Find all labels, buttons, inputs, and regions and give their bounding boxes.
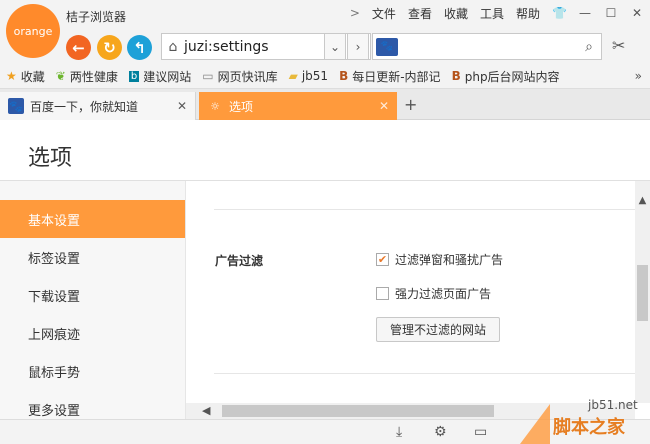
bookmarks-bar: ★ 收藏 ❦ 两性健康 b 建议网站 ▭ 网页快讯库 ▰ jb51 B 每日更新-内部记 B…	[0, 64, 650, 89]
tab-close-icon[interactable]: ✕	[177, 99, 187, 113]
bookmark-php[interactable]: Bphp后台网站内容	[452, 68, 560, 85]
address-dropdown-button[interactable]: ⌄	[324, 33, 346, 60]
new-tab-button[interactable]: +	[404, 95, 417, 114]
scissors-icon[interactable]: ✂	[612, 36, 625, 55]
download-icon[interactable]: ⤓	[396, 424, 402, 440]
tab-baidu[interactable]: 🐾 百度一下，你就知道 ✕	[0, 92, 196, 120]
bookmark-health[interactable]: ❦ 两性健康	[56, 68, 118, 85]
option-label: 强力过滤页面广告	[395, 287, 492, 301]
vertical-scrollbar[interactable]: ▲	[635, 181, 650, 403]
sidebar-item-mouse-gestures[interactable]: 鼠标手势	[0, 352, 185, 390]
app-title: 桔子浏览器	[66, 10, 127, 24]
arrow-left-icon: ←	[72, 38, 85, 57]
search-icon[interactable]: ⌕	[577, 39, 601, 55]
bing-icon: b	[128, 70, 140, 82]
menu-item-view[interactable]: 查看	[408, 5, 432, 22]
menu-item-tools[interactable]: 工具	[480, 5, 504, 22]
bookmarks-more-icon[interactable]: »	[635, 69, 642, 83]
search-engine-icon[interactable]: 🐾	[376, 37, 398, 56]
home-button[interactable]: ↰	[127, 35, 152, 60]
home-icon[interactable]: ⌂	[162, 39, 184, 55]
bookmark-jb51[interactable]: ▰ jb51	[289, 69, 328, 83]
gear-icon[interactable]: ⚙	[434, 424, 447, 440]
scroll-left-icon[interactable]: ◀	[202, 403, 210, 419]
sidebar-item-basic[interactable]: 基本设置	[0, 200, 185, 238]
close-icon[interactable]: ✕	[630, 6, 644, 20]
divider	[214, 373, 635, 374]
sidebar-item-tabs[interactable]: 标签设置	[0, 238, 185, 276]
app-logo[interactable]: orange	[6, 4, 60, 58]
gear-icon: ☼	[210, 99, 220, 113]
menu-item-help[interactable]: 帮助	[516, 5, 540, 22]
chevron-down-icon: ⌄	[329, 39, 341, 54]
chevron-right-icon: ›	[355, 39, 361, 54]
scroll-thumb[interactable]	[637, 265, 648, 321]
tab-strip: 🐾 百度一下，你就知道 ✕ ☼ 选项 ✕	[0, 89, 650, 120]
strong-filter-option[interactable]: 强力过滤页面广告	[376, 285, 491, 302]
tab-close-icon[interactable]: ✕	[379, 99, 389, 113]
filter-popups-option[interactable]: ✔ 过滤弹窗和骚扰广告	[376, 251, 503, 268]
watermark-url: jb51.net	[588, 398, 638, 412]
bookmark-suggested[interactable]: b 建议网站	[128, 68, 191, 85]
tab-label: 选项	[229, 99, 254, 114]
watermark-shape	[520, 404, 550, 444]
manage-whitelist-button[interactable]: 管理不过滤的网站	[376, 317, 500, 342]
tab-options[interactable]: ☼ 选项 ✕	[199, 92, 397, 120]
menu-bar: > 文件 查看 收藏 工具 帮助 👕 — ☐ ✕	[338, 3, 644, 23]
bookmark-favorites[interactable]: ★ 收藏	[6, 68, 45, 85]
scroll-thumb[interactable]	[222, 405, 494, 417]
maximize-icon[interactable]: ☐	[604, 6, 618, 20]
window-icon[interactable]: ▭	[474, 424, 487, 440]
menu-item-favorites[interactable]: 收藏	[444, 5, 468, 22]
menu-item-file[interactable]: 文件	[372, 5, 396, 22]
browser-toolbar: orange 桔子浏览器 > 文件 查看 收藏 工具 帮助 👕 — ☐ ✕ ← …	[0, 0, 650, 64]
b-icon: B	[339, 69, 349, 83]
minimize-icon[interactable]: —	[578, 6, 592, 20]
settings-content: 广告过滤 ✔ 过滤弹窗和骚扰广告 强力过滤页面广告 管理不过滤的网站	[186, 181, 635, 403]
star-icon: ★	[6, 69, 17, 83]
refresh-icon: ↻	[103, 38, 116, 57]
section-label: 广告过滤	[215, 254, 264, 268]
divider	[214, 209, 635, 210]
bookmark-daily[interactable]: B 每日更新-内部记	[339, 68, 441, 85]
page-icon: ▭	[202, 69, 214, 83]
app-logo-text: orange	[13, 24, 53, 38]
watermark-text: 脚本之家	[553, 417, 625, 438]
checkbox-unchecked[interactable]	[376, 287, 389, 300]
back-button[interactable]: ←	[66, 35, 91, 60]
leaf-icon: ❦	[55, 69, 66, 83]
page-title: 选项	[28, 146, 73, 171]
scroll-up-icon[interactable]: ▲	[635, 195, 650, 206]
refresh-button[interactable]: ↻	[97, 35, 122, 60]
folder-icon: ▰	[288, 69, 298, 83]
tab-label: 百度一下，你就知道	[30, 99, 139, 114]
paw-icon: 🐾	[8, 98, 24, 114]
forward-button[interactable]: ›	[347, 33, 369, 60]
sidebar-item-history[interactable]: 上网痕迹	[0, 314, 185, 352]
settings-sidebar: 基本设置 标签设置 下载设置 上网痕迹 鼠标手势 更多设置	[0, 181, 186, 419]
search-bar: 🐾 ⌕	[372, 33, 602, 60]
search-input[interactable]	[402, 35, 577, 58]
bookmark-web-slices[interactable]: ▭ 网页快讯库	[202, 68, 277, 85]
shirt-icon[interactable]: 👕	[552, 6, 567, 20]
b-icon: B	[451, 69, 461, 83]
sidebar-item-downloads[interactable]: 下载设置	[0, 276, 185, 314]
option-label: 过滤弹窗和骚扰广告	[395, 253, 504, 267]
return-icon: ↰	[133, 38, 146, 57]
menu-more-chevron[interactable]: >	[350, 6, 360, 20]
checkbox-checked[interactable]: ✔	[376, 253, 389, 266]
